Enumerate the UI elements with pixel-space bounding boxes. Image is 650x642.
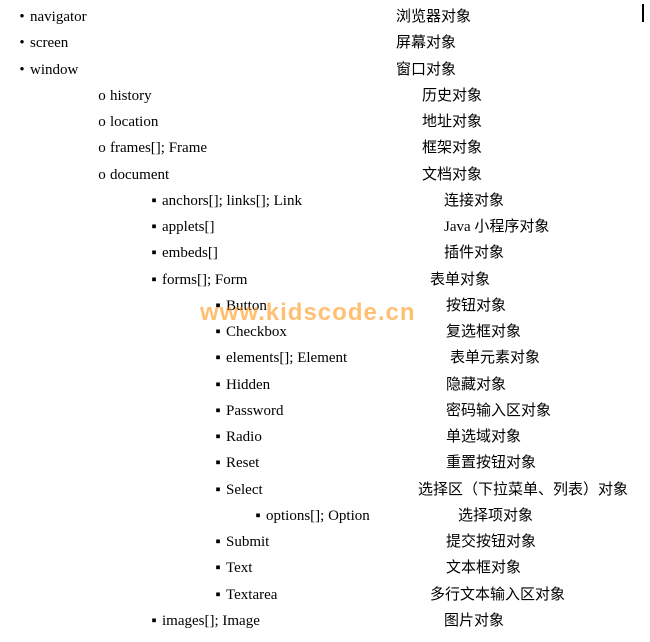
row-left-label: window: [30, 57, 78, 83]
row-left-label: Checkbox: [226, 319, 287, 345]
square-bullet-icon: ▪: [146, 240, 162, 266]
square-bullet-icon: ▪: [146, 608, 162, 634]
tree-row: olocation 地址对象: [14, 109, 642, 135]
square-bullet-icon: ▪: [210, 424, 226, 450]
square-bullet-icon: ▪: [210, 293, 226, 319]
row-right-label: 按钮对象: [446, 293, 506, 319]
page-edge-mark: [642, 4, 644, 22]
circle-bullet-icon: o: [94, 109, 110, 135]
row-right-label: 复选框对象: [446, 319, 521, 345]
row-right-label: 单选域对象: [446, 424, 521, 450]
circle-bullet-icon: o: [94, 162, 110, 188]
row-right-label: 插件对象: [444, 240, 504, 266]
row-left-label: Button: [226, 293, 267, 319]
row-right-label: 重置按钮对象: [446, 450, 536, 476]
circle-bullet-icon: o: [94, 83, 110, 109]
row-right-label: 框架对象: [422, 135, 482, 161]
row-right-label: Java 小程序对象: [444, 214, 549, 240]
row-right-label: 表单元素对象: [450, 345, 540, 371]
square-bullet-icon: ▪: [210, 555, 226, 581]
square-bullet-icon: ▪: [210, 477, 226, 503]
rows-container: •navigator浏览器对象•screen屏幕对象•window窗口对象ohi…: [14, 4, 642, 634]
row-left-label: Submit: [226, 529, 269, 555]
row-right-label: 多行文本输入区对象: [430, 582, 565, 608]
row-left-label: Select: [226, 477, 263, 503]
row-left-label: Hidden: [226, 372, 270, 398]
tree-row: ▪Radio 单选域对象: [14, 424, 642, 450]
tree-row: ▪embeds[] 插件对象: [14, 240, 642, 266]
row-left-label: images[]; Image: [162, 608, 260, 634]
row-right-label: 隐藏对象: [446, 372, 506, 398]
square-bullet-icon: ▪: [210, 582, 226, 608]
row-left-label: location: [110, 109, 158, 135]
square-bullet-icon: ▪: [146, 188, 162, 214]
tree-row: ▪applets[] Java 小程序对象: [14, 214, 642, 240]
tree-row: ▪elements[]; Element 表单元素对象: [14, 345, 642, 371]
tree-row: ▪Submit 提交按钮对象: [14, 529, 642, 555]
tree-row: ▪Textarea 多行文本输入区对象: [14, 582, 642, 608]
row-left-label: embeds[]: [162, 240, 218, 266]
tree-row: ▪options[]; Option 选择项对象: [14, 503, 642, 529]
object-hierarchy-page: www.kidscode.cn •navigator浏览器对象•screen屏幕…: [0, 0, 650, 642]
row-right-label: 浏览器对象: [396, 4, 471, 30]
row-right-label: 地址对象: [422, 109, 482, 135]
square-bullet-icon: ▪: [146, 214, 162, 240]
row-left-label: frames[]; Frame: [110, 135, 207, 161]
circle-bullet-icon: o: [94, 135, 110, 161]
row-left-label: screen: [30, 30, 68, 56]
square-bullet-icon: ▪: [250, 503, 266, 529]
tree-row: ▪Hidden 隐藏对象: [14, 372, 642, 398]
tree-row: ▪forms[]; Form 表单对象: [14, 267, 642, 293]
disc-bullet-icon: •: [14, 30, 30, 56]
square-bullet-icon: ▪: [210, 372, 226, 398]
disc-bullet-icon: •: [14, 4, 30, 30]
square-bullet-icon: ▪: [210, 398, 226, 424]
tree-row: ▪Checkbox 复选框对象: [14, 319, 642, 345]
row-left-label: Textarea: [226, 582, 277, 608]
disc-bullet-icon: •: [14, 57, 30, 83]
row-right-label: 表单对象: [430, 267, 490, 293]
row-left-label: forms[]; Form: [162, 267, 247, 293]
row-right-label: 历史对象: [422, 83, 482, 109]
tree-row: oframes[]; Frame 框架对象: [14, 135, 642, 161]
row-right-label: 图片对象: [444, 608, 504, 634]
square-bullet-icon: ▪: [210, 345, 226, 371]
row-right-label: 提交按钮对象: [446, 529, 536, 555]
tree-row: ▪Select 选择区（下拉菜单、列表）对象: [14, 477, 642, 503]
row-right-label: 选择区（下拉菜单、列表）对象: [418, 477, 628, 503]
square-bullet-icon: ▪: [210, 450, 226, 476]
tree-row: ▪Button 按钮对象: [14, 293, 642, 319]
row-left-label: document: [110, 162, 169, 188]
tree-row: ▪anchors[]; links[]; Link 连接对象: [14, 188, 642, 214]
row-right-label: 密码输入区对象: [446, 398, 551, 424]
row-right-label: 选择项对象: [458, 503, 533, 529]
tree-row: ▪Password 密码输入区对象: [14, 398, 642, 424]
row-right-label: 文本框对象: [446, 555, 521, 581]
row-left-label: elements[]; Element: [226, 345, 347, 371]
row-left-label: Reset: [226, 450, 259, 476]
row-left-label: history: [110, 83, 152, 109]
tree-row: •window 窗口对象: [14, 57, 642, 83]
square-bullet-icon: ▪: [146, 267, 162, 293]
square-bullet-icon: ▪: [210, 529, 226, 555]
square-bullet-icon: ▪: [210, 319, 226, 345]
row-left-label: Text: [226, 555, 252, 581]
tree-row: ▪images[]; Image 图片对象: [14, 608, 642, 634]
tree-row: ohistory 历史对象: [14, 83, 642, 109]
row-left-label: Radio: [226, 424, 262, 450]
row-right-label: 屏幕对象: [396, 30, 456, 56]
row-left-label: navigator: [30, 4, 87, 30]
tree-row: ▪Text 文本框对象: [14, 555, 642, 581]
row-left-label: anchors[]; links[]; Link: [162, 188, 302, 214]
tree-row: •screen 屏幕对象: [14, 30, 642, 56]
tree-row: •navigator 浏览器对象: [14, 4, 642, 30]
row-left-label: Password: [226, 398, 284, 424]
row-right-label: 连接对象: [444, 188, 504, 214]
row-right-label: 窗口对象: [396, 57, 456, 83]
row-left-label: applets[]: [162, 214, 214, 240]
row-right-label: 文档对象: [422, 162, 482, 188]
row-left-label: options[]; Option: [266, 503, 370, 529]
tree-row: odocument 文档对象: [14, 162, 642, 188]
tree-row: ▪Reset 重置按钮对象: [14, 450, 642, 476]
